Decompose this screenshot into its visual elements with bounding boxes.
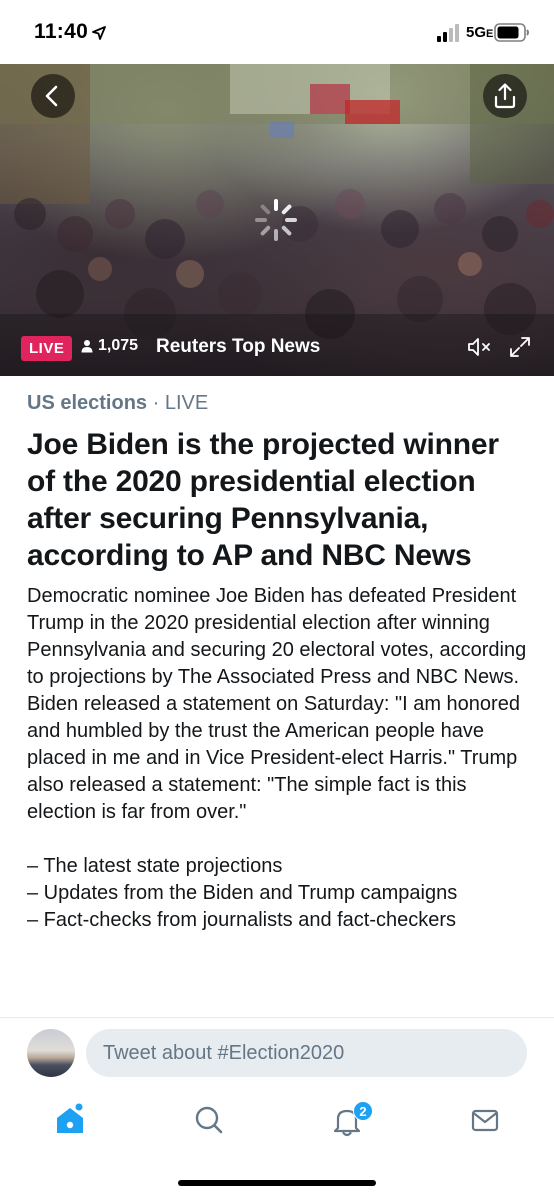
kicker-separator: · [147,392,165,414]
home-icon [57,1103,83,1133]
fullscreen-icon[interactable] [509,336,531,358]
tab-messages[interactable] [465,1100,505,1140]
event-headline: Joe Biden is the projected winner of the… [27,428,499,572]
tweet-compose-field[interactable]: Tweet about #Election2020 [86,1029,527,1077]
search-icon [195,1106,223,1134]
channel-name[interactable]: Reuters Top News [156,336,320,358]
battery-icon [494,23,529,42]
share-button[interactable] [483,74,527,118]
status-time: 11:40 [34,20,89,43]
chevron-left-icon [45,85,58,107]
location-arrow-icon [92,26,106,40]
back-button[interactable] [31,74,75,118]
divider [0,1017,554,1018]
list-item: – The latest state projections [27,855,283,877]
event-article: US elections · LIVE Joe Biden is the pro… [27,392,532,934]
cellular-signal-icon [437,24,459,42]
home-indicator[interactable] [178,1180,376,1186]
viewer-count-value: 1,075 [98,337,139,354]
list-item: – Updates from the Biden and Trump campa… [27,882,458,904]
envelope-icon [471,1109,499,1132]
avatar[interactable] [27,1029,75,1077]
compose-placeholder: Tweet about #Election2020 [103,1042,345,1064]
live-video-player[interactable]: LIVE 1,075 Reuters Top News [0,64,554,376]
event-status: LIVE [164,392,209,414]
notification-count-badge: 2 [353,1101,373,1121]
loading-spinner-icon [255,199,297,241]
event-kicker: US elections · LIVE [27,392,532,415]
viewer-count: 1,075 [80,337,138,355]
list-item: – Fact-checks from journalists and fact-… [27,909,457,931]
person-icon [81,340,93,353]
share-icon [494,83,516,109]
tab-search[interactable] [189,1100,229,1140]
muted-speaker-icon[interactable] [466,335,494,359]
live-badge: LIVE [21,336,73,361]
event-bullet-list: – The latest state projections – Updates… [27,853,532,934]
status-bar: 11:40 5GE [0,0,554,64]
event-description: Democratic nominee Joe Biden has defeate… [27,585,527,823]
event-topic[interactable]: US elections [27,392,147,414]
network-type: 5GE [466,24,494,41]
tab-home[interactable] [50,1100,90,1140]
tab-bar: 2 [0,1092,554,1156]
